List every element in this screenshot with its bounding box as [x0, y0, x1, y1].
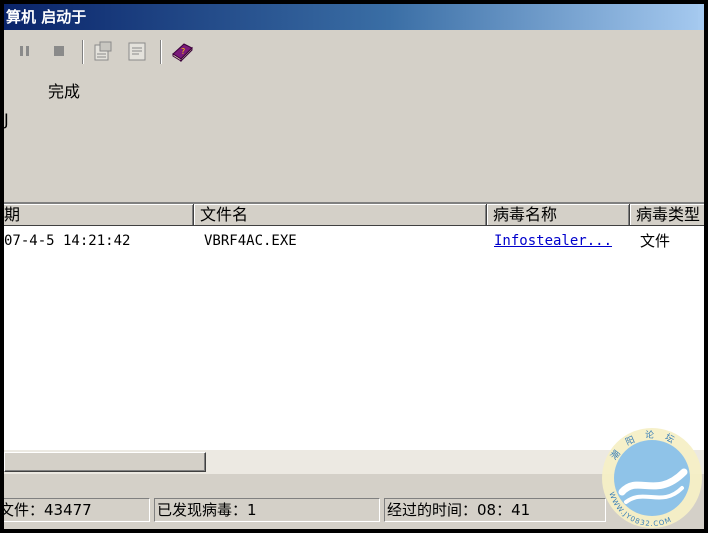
stop-icon: [54, 46, 64, 56]
column-date[interactable]: 期: [4, 204, 194, 226]
column-virus-name[interactable]: 病毒名称: [487, 204, 630, 226]
clipped-label: J: [4, 110, 9, 129]
threat-list: 期 文件名 病毒名称 病毒类型 07-4-5 14:21:42 VBRF4AC.…: [4, 202, 704, 452]
properties-button[interactable]: [92, 40, 114, 62]
toolbar-separator: [160, 40, 162, 64]
window-title: 算机 启动于: [6, 8, 87, 26]
table-row[interactable]: 07-4-5 14:21:42 VBRF4AC.EXE Infostealer.…: [4, 228, 704, 254]
report-icon: [128, 42, 146, 61]
cell-date: 07-4-5 14:21:42: [4, 233, 131, 249]
viruses-found: 已发现病毒：1: [154, 498, 380, 522]
elapsed-time: 经过的时间：08：41: [384, 498, 606, 522]
toolbar: ?: [4, 34, 704, 68]
title-bar-edge: [698, 4, 704, 30]
svg-text:?: ?: [181, 47, 185, 56]
cell-filename: VBRF4AC.EXE: [204, 233, 297, 249]
report-button[interactable]: [126, 40, 148, 62]
scan-status: 完成: [48, 82, 81, 101]
pause-icon: [20, 46, 29, 56]
toolbar-separator: [82, 40, 84, 64]
column-virus-type[interactable]: 病毒类型: [630, 204, 704, 226]
help-button[interactable]: ?: [170, 40, 193, 63]
virus-info-link[interactable]: Infostealer...: [494, 228, 612, 254]
pause-button[interactable]: [14, 40, 36, 62]
watermark-logo: 潮阳论坛 WWW.JY0832.COM: [602, 428, 702, 528]
cell-virus-type: 文件: [640, 232, 671, 250]
help-book-icon: ?: [172, 43, 193, 63]
title-bar: 算机 启动于: [4, 4, 704, 30]
stop-button[interactable]: [48, 40, 70, 62]
files-scanned: 文件：43477: [4, 498, 150, 522]
column-filename[interactable]: 文件名: [194, 204, 487, 226]
list-header: 期 文件名 病毒名称 病毒类型: [4, 204, 704, 226]
properties-icon: [94, 41, 112, 61]
scrollbar-thumb[interactable]: [4, 452, 206, 472]
